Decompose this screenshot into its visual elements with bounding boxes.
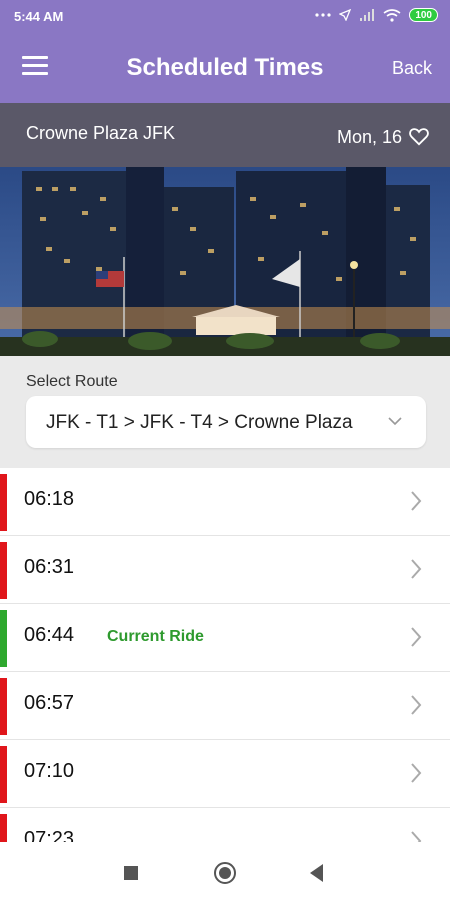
- battery-indicator: 100: [409, 8, 438, 22]
- ride-time: 06:57: [24, 692, 75, 714]
- ride-row[interactable]: 06:18: [0, 468, 450, 536]
- ride-row[interactable]: 06:31: [0, 536, 450, 604]
- route-select[interactable]: JFK - T1 > JFK - T4 > Crowne Plaza: [26, 396, 426, 448]
- ride-time-list: 06:18 06:31 06:44 Current Ride 06:57 07:10 07:…: [0, 468, 450, 842]
- ride-status-bar: [0, 542, 7, 599]
- route-label: Select Route: [26, 373, 118, 390]
- hotel-photo: [0, 167, 450, 356]
- route-section: Select Route JFK - T1 > JFK - T4 > Crown…: [0, 356, 450, 468]
- nav-back-icon[interactable]: [310, 864, 323, 882]
- location-icon: [339, 9, 352, 21]
- ride-time: 06:31: [24, 556, 75, 578]
- wifi-icon: [383, 8, 401, 22]
- chevron-right-icon: [411, 831, 422, 842]
- ride-time: 06:44: [24, 624, 75, 646]
- chevron-right-icon: [411, 559, 422, 579]
- chevron-down-icon: [388, 417, 402, 426]
- signal-icon: [360, 9, 375, 21]
- ride-row[interactable]: 07:23: [0, 808, 450, 842]
- ride-status-bar: [0, 814, 7, 842]
- route-selected-value: JFK - T1 > JFK - T4 > Crowne Plaza: [46, 412, 353, 433]
- current-ride-label: Current Ride: [107, 628, 204, 645]
- ride-time: 07:10: [24, 760, 75, 782]
- more-dots-icon: [315, 13, 331, 17]
- schedule-date[interactable]: Mon, 16: [337, 127, 402, 148]
- chevron-right-icon: [411, 491, 422, 511]
- ride-status-bar: [0, 678, 7, 735]
- hotel-header: Crowne Plaza JFK Mon, 16: [0, 103, 450, 167]
- app-toolbar: Scheduled Times Back: [0, 34, 450, 103]
- hotel-name: Crowne Plaza JFK: [26, 123, 176, 143]
- system-nav-bar: [0, 842, 450, 900]
- ride-time: 07:23: [24, 828, 75, 842]
- ride-row[interactable]: 06:57: [0, 672, 450, 740]
- status-time: 5:44 AM: [14, 9, 64, 24]
- chevron-right-icon: [411, 763, 422, 783]
- ride-row[interactable]: 06:44 Current Ride: [0, 604, 450, 672]
- chevron-right-icon: [411, 695, 422, 715]
- status-icons: 100: [315, 8, 438, 22]
- ride-status-bar: [0, 746, 7, 803]
- ride-status-bar: [0, 610, 7, 667]
- ride-row[interactable]: 07:10: [0, 740, 450, 808]
- recent-apps-icon[interactable]: [124, 866, 138, 880]
- ride-time: 06:18: [24, 488, 75, 510]
- favorite-heart-icon[interactable]: [408, 125, 430, 147]
- home-icon[interactable]: [214, 862, 236, 884]
- back-button[interactable]: Back: [392, 58, 432, 79]
- chevron-right-icon: [411, 627, 422, 647]
- status-bar: 5:44 AM 100: [0, 0, 450, 34]
- page-title: Scheduled Times: [126, 54, 324, 81]
- ride-status-bar: [0, 474, 7, 531]
